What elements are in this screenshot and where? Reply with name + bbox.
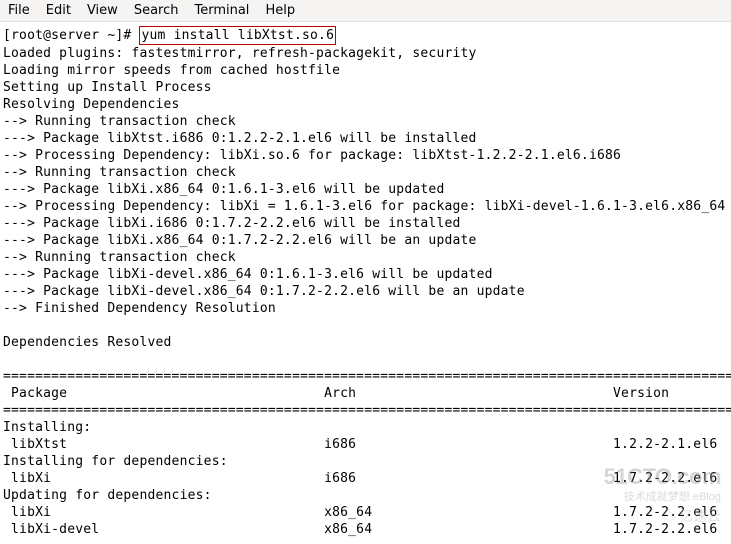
output-line: --> Running transaction check xyxy=(3,114,236,129)
output-line: --> Finished Dependency Resolution xyxy=(3,301,276,316)
menu-help[interactable]: Help xyxy=(265,3,295,18)
output-line: Resolving Dependencies xyxy=(3,97,180,112)
package-row: libXi i686 1.7.2-2.2.el6 xyxy=(3,471,717,486)
output-line: Loaded plugins: fastestmirror, refresh-p… xyxy=(3,46,477,61)
output-line: --> Processing Dependency: libXi = 1.6.1… xyxy=(3,199,725,214)
menu-file[interactable]: File xyxy=(8,3,30,18)
section-label: Updating for dependencies: xyxy=(3,488,212,503)
package-row: libXi-devel x86_64 1.7.2-2.2.el6 xyxy=(3,522,717,537)
package-row: libXi x86_64 1.7.2-2.2.el6 xyxy=(3,505,717,520)
table-divider: ========================================… xyxy=(3,403,731,418)
output-line: Loading mirror speeds from cached hostfi… xyxy=(3,63,340,78)
section-label: Installing for dependencies: xyxy=(3,454,228,469)
menu-edit[interactable]: Edit xyxy=(46,3,71,18)
menu-view[interactable]: View xyxy=(87,3,118,18)
output-line: ---> Package libXi-devel.x86_64 0:1.6.1-… xyxy=(3,267,493,282)
section-label: Installing: xyxy=(3,420,91,435)
output-line: ---> Package libXi.x86_64 0:1.6.1-3.el6 … xyxy=(3,182,444,197)
shell-prompt: [root@server ~]# xyxy=(3,28,139,43)
table-divider: ========================================… xyxy=(3,369,731,384)
terminal-output[interactable]: [root@server ~]# yum install libXtst.so.… xyxy=(0,22,731,542)
menu-search[interactable]: Search xyxy=(134,3,179,18)
table-header: Package Arch Version xyxy=(3,386,669,401)
menu-terminal[interactable]: Terminal xyxy=(194,3,249,18)
package-row: libXtst i686 1.2.2-2.1.el6 xyxy=(3,437,717,452)
output-line: Setting up Install Process xyxy=(3,80,212,95)
output-line: ---> Package libXi-devel.x86_64 0:1.7.2-… xyxy=(3,284,525,299)
menubar: File Edit View Search Terminal Help xyxy=(0,0,731,22)
command-highlight: yum install libXtst.so.6 xyxy=(139,26,336,45)
output-line: ---> Package libXtst.i686 0:1.2.2-2.1.el… xyxy=(3,131,477,146)
output-line: ---> Package libXi.x86_64 0:1.7.2-2.2.el… xyxy=(3,233,477,248)
output-line: --> Processing Dependency: libXi.so.6 fo… xyxy=(3,148,621,163)
output-line: --> Running transaction check xyxy=(3,250,236,265)
output-line: Dependencies Resolved xyxy=(3,335,172,350)
output-line: --> Running transaction check xyxy=(3,165,236,180)
output-line: ---> Package libXi.i686 0:1.7.2-2.2.el6 … xyxy=(3,216,461,231)
